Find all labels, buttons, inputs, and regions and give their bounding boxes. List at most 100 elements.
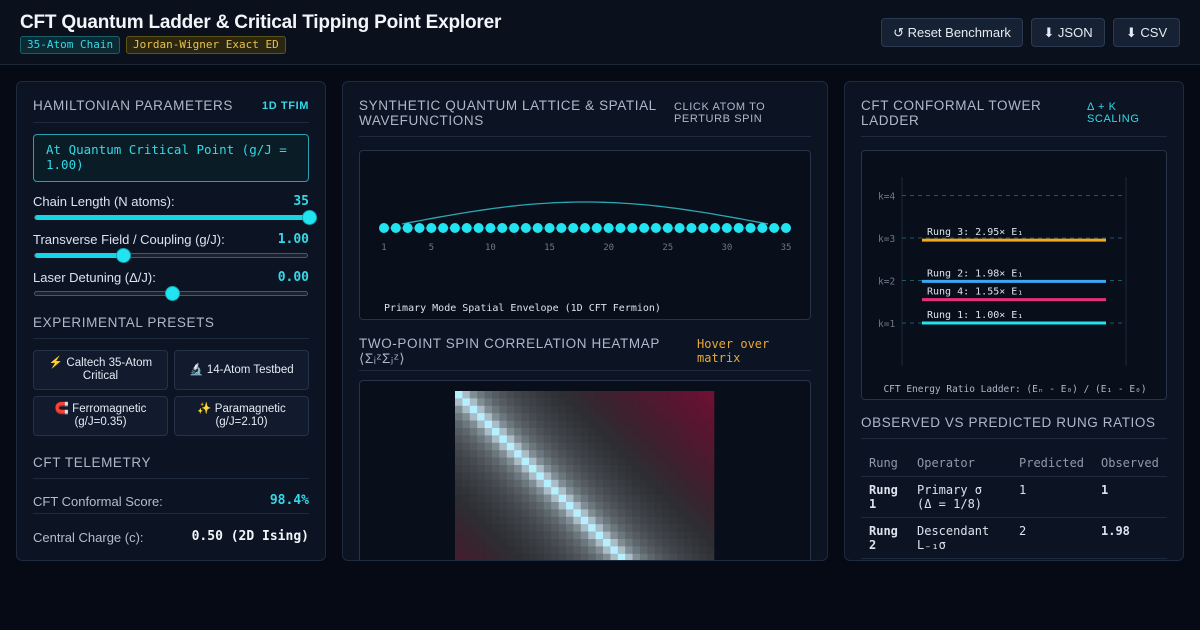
atom[interactable] — [509, 223, 520, 233]
atom[interactable] — [414, 223, 425, 233]
heatmap-cell — [506, 516, 515, 525]
atom[interactable] — [745, 223, 756, 233]
atom[interactable] — [591, 223, 602, 233]
col-predicted: Predicted — [1011, 450, 1093, 477]
atom[interactable] — [497, 223, 508, 233]
col-observed: Observed — [1093, 450, 1167, 477]
heatmap-cell — [595, 539, 604, 547]
atom[interactable] — [449, 223, 460, 233]
atom[interactable] — [639, 223, 650, 233]
atom[interactable] — [568, 223, 579, 233]
heatmap-cell — [566, 413, 574, 421]
heatmap-cell — [514, 502, 522, 510]
heatmap-cell — [573, 442, 582, 451]
export-csv-button[interactable]: ⬇ CSV — [1113, 18, 1180, 47]
heatmap-cell — [588, 509, 596, 518]
atom[interactable] — [733, 223, 744, 233]
preset-paramagnetic-button[interactable]: ✨ Paramagnetic (g/J=2.10) — [174, 396, 309, 436]
atom[interactable] — [627, 223, 638, 233]
atom[interactable] — [544, 223, 555, 233]
heatmap-cell — [632, 405, 641, 414]
heatmap-cell — [654, 502, 663, 510]
reset-benchmark-button[interactable]: ↺ Reset Benchmark — [881, 18, 1023, 47]
heatmap-cell — [654, 539, 663, 547]
heatmap-cell — [514, 516, 522, 525]
chain-length-slider[interactable] — [34, 210, 317, 225]
heatmap-cell — [566, 428, 574, 436]
heatmap-cell — [662, 494, 670, 503]
heatmap-cell — [580, 465, 589, 473]
atom[interactable] — [769, 223, 780, 233]
atom[interactable] — [710, 223, 721, 233]
table-row[interactable]: Rung 1 Primary σ (Δ = 1/8) 1 1 — [861, 476, 1167, 518]
atom[interactable] — [686, 223, 697, 233]
heatmap-cell — [551, 487, 559, 495]
heatmap-cell — [580, 472, 589, 481]
heatmap-cell — [699, 516, 707, 525]
heatmap-cell — [588, 420, 596, 429]
atom[interactable] — [674, 223, 685, 233]
preset-caltech-button[interactable]: ⚡ Caltech 35-Atom Critical — [33, 350, 168, 390]
preset-testbed-button[interactable]: 🔬 14-Atom Testbed — [174, 350, 309, 390]
atom[interactable] — [650, 223, 661, 233]
atom[interactable] — [662, 223, 673, 233]
atom[interactable] — [532, 223, 543, 233]
atom[interactable] — [757, 223, 768, 233]
heatmap-cell — [469, 487, 478, 495]
transverse-field-slider[interactable] — [34, 248, 308, 263]
heatmap-cell — [573, 457, 582, 466]
atom[interactable] — [698, 223, 709, 233]
heatmap-cell — [617, 546, 626, 555]
correlation-heatmap[interactable] — [360, 381, 811, 561]
atom[interactable] — [721, 223, 732, 233]
heatmap-cell — [462, 391, 471, 399]
preset-ferromagnetic-button[interactable]: 🧲 Ferromagnetic (g/J=0.35) — [33, 396, 168, 436]
heatmap-cell — [603, 487, 611, 495]
heatmap-cell — [499, 413, 508, 421]
table-row[interactable]: Rung 2 Descendant L₋₁σ 2 1.98 — [861, 517, 1167, 559]
chain-length-thumb[interactable] — [302, 210, 317, 225]
heatmap-cell — [662, 435, 670, 444]
heatmap-cell — [603, 516, 611, 525]
atom[interactable] — [390, 223, 401, 233]
heatmap-cell — [566, 531, 574, 540]
heatmap-cell — [573, 428, 582, 436]
laser-detuning-slider[interactable] — [34, 286, 308, 301]
laser-detuning-thumb[interactable] — [165, 286, 180, 301]
atom[interactable] — [426, 223, 437, 233]
heatmap-cell — [699, 413, 707, 421]
transverse-field-thumb[interactable] — [115, 248, 131, 263]
heatmap-cell — [573, 524, 582, 532]
heatmap-cell — [691, 465, 700, 473]
heatmap-cell — [484, 428, 493, 436]
heatmap-cell — [588, 539, 596, 547]
atom[interactable] — [461, 223, 472, 233]
atom[interactable] — [379, 223, 389, 233]
heatmap-cell — [580, 479, 589, 488]
atom[interactable] — [473, 223, 484, 233]
atom[interactable] — [520, 223, 531, 233]
heatmap-cell — [706, 524, 715, 532]
heatmap-cell — [566, 487, 574, 495]
heatmap-cell — [492, 435, 500, 444]
heatmap-cell — [521, 531, 530, 540]
atom[interactable] — [402, 223, 413, 233]
heatmap-cell — [477, 494, 485, 503]
atom[interactable] — [438, 223, 449, 233]
atom[interactable] — [485, 223, 496, 233]
atom[interactable] — [615, 223, 626, 233]
export-json-button[interactable]: ⬇ JSON — [1031, 18, 1105, 47]
heatmap-cell — [551, 435, 559, 444]
heatmap-cell — [625, 553, 633, 560]
atom[interactable] — [603, 223, 614, 233]
atom[interactable] — [556, 223, 567, 233]
heatmap-cell — [691, 524, 700, 532]
heatmap-cell — [647, 553, 656, 560]
heatmap-cell — [610, 487, 619, 495]
heatmap-cell — [677, 435, 685, 444]
heatmap-cell — [484, 524, 493, 532]
heatmap-cell — [625, 442, 633, 451]
heatmap-cell — [640, 539, 648, 547]
atom[interactable] — [781, 223, 791, 233]
atom[interactable] — [580, 223, 590, 233]
